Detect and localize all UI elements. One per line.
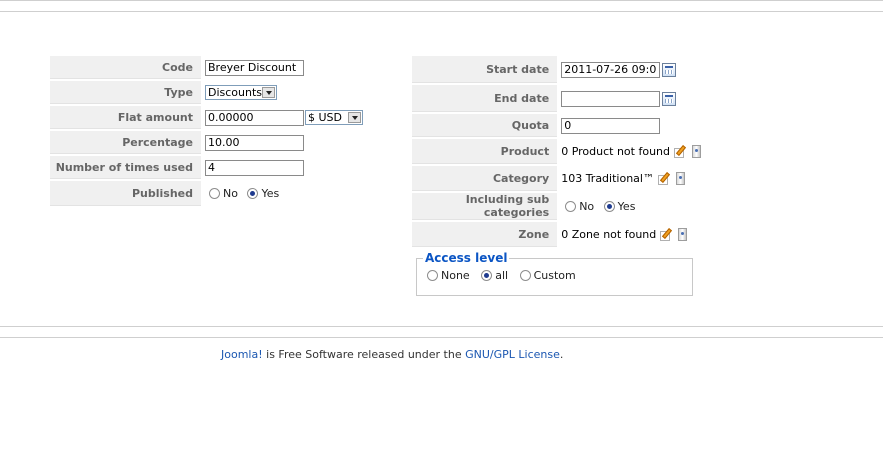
footer-end: . [559, 348, 564, 361]
quota-row: Quota [412, 114, 702, 137]
start-date-row: Start date [412, 56, 702, 83]
start-date-label: Start date [412, 56, 558, 83]
flat-amount-label: Flat amount [50, 106, 201, 129]
product-label: Product [412, 139, 558, 164]
type-select[interactable]: Discounts [205, 85, 277, 100]
published-label: Published [50, 181, 201, 206]
percentage-input[interactable] [205, 134, 304, 151]
edit-icon[interactable] [659, 228, 674, 242]
percentage-row: Percentage [50, 131, 400, 154]
access-all-label: all [495, 268, 509, 282]
delete-icon[interactable] [675, 172, 686, 185]
access-all-radio[interactable] [481, 269, 493, 281]
access-custom-label: Custom [533, 268, 576, 282]
type-row: Type Discounts [50, 81, 400, 104]
sub-categories-label: Including sub categories [412, 193, 558, 220]
category-label: Category [412, 166, 558, 191]
zone-value: 0 Zone not found [561, 227, 657, 241]
delete-icon[interactable] [677, 228, 688, 241]
gpl-license-link[interactable]: GNU/GPL License [465, 348, 560, 361]
times-used-row: Number of times used [50, 156, 400, 179]
bottom-divider-2 [0, 337, 883, 338]
access-level-fieldset: Access level None all Custom [416, 251, 693, 296]
chevron-down-icon[interactable] [348, 112, 361, 123]
times-used-label: Number of times used [50, 156, 201, 179]
category-value: 103 Traditional™ [561, 171, 654, 185]
zone-label: Zone [412, 222, 558, 247]
access-custom-radio[interactable] [519, 269, 531, 281]
code-input[interactable] [205, 59, 304, 76]
top-divider-1 [0, 0, 883, 1]
coupon-main-form: Code Type Discounts Flat amount $ USD Pe… [50, 54, 400, 208]
calendar-icon[interactable] [662, 62, 677, 77]
footer: Joomla! is Free Software released under … [221, 348, 563, 361]
published-yes-radio[interactable] [247, 188, 259, 200]
sub-categories-yes-label: Yes [617, 200, 636, 214]
delete-icon[interactable] [691, 145, 702, 158]
edit-icon[interactable] [673, 145, 688, 159]
currency-select-value: $ USD [308, 111, 342, 124]
access-level-legend: Access level [425, 251, 508, 265]
product-value: 0 Product not found [561, 144, 670, 158]
sub-categories-yes-radio[interactable] [603, 201, 615, 213]
product-row: Product 0 Product not found [412, 139, 702, 164]
access-none-label: None [441, 268, 470, 282]
category-row: Category 103 Traditional™ [412, 166, 702, 191]
type-select-value: Discounts [208, 86, 263, 99]
code-label: Code [50, 56, 201, 79]
end-date-label: End date [412, 85, 558, 112]
flat-amount-input[interactable] [205, 109, 304, 126]
published-no-radio[interactable] [209, 188, 220, 200]
end-date-row: End date [412, 85, 702, 112]
published-row: Published No Yes [50, 181, 400, 206]
top-divider-2 [0, 11, 883, 12]
edit-icon[interactable] [657, 172, 672, 186]
end-date-input[interactable] [561, 90, 661, 107]
coupon-restrictions-form: Start date End date Quota Product 0 Prod… [412, 54, 702, 249]
percentage-label: Percentage [50, 131, 201, 154]
chevron-down-icon[interactable] [262, 87, 275, 98]
footer-text: is Free Software released under the [262, 348, 466, 361]
currency-select[interactable]: $ USD [305, 110, 363, 125]
quota-label: Quota [412, 114, 558, 137]
published-no-label: No [223, 187, 238, 201]
sub-categories-no-label: No [579, 200, 595, 214]
joomla-link[interactable]: Joomla! [221, 348, 263, 361]
access-none-radio[interactable] [427, 269, 438, 281]
quota-input[interactable] [561, 117, 661, 134]
sub-categories-row: Including sub categories No Yes [412, 193, 702, 220]
type-label: Type [50, 81, 201, 104]
flat-amount-row: Flat amount $ USD [50, 106, 400, 129]
published-yes-label: Yes [261, 187, 280, 201]
access-level-options: None all Custom [417, 265, 692, 282]
times-used-input[interactable] [205, 159, 304, 176]
bottom-divider-1 [0, 326, 883, 327]
code-row: Code [50, 56, 400, 79]
zone-row: Zone 0 Zone not found [412, 222, 702, 247]
calendar-icon[interactable] [662, 91, 677, 106]
start-date-input[interactable] [561, 61, 661, 78]
sub-categories-no-radio[interactable] [565, 201, 577, 213]
